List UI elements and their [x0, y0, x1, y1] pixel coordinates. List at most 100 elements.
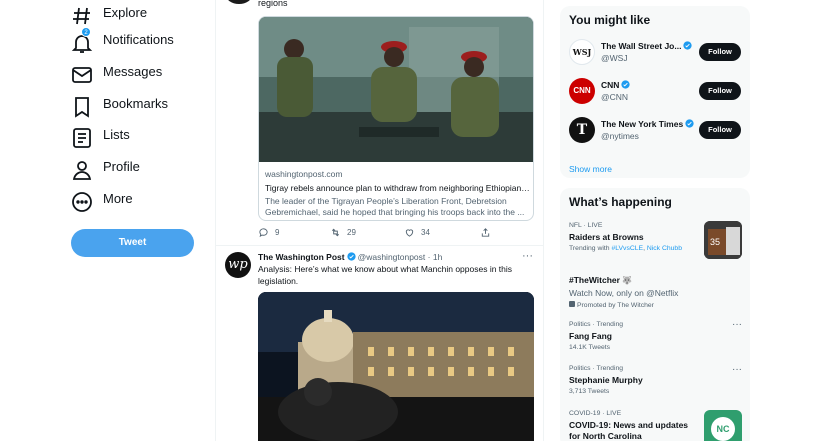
account-handle: @WSJ [601, 53, 628, 63]
nav-item-label: Explore [103, 5, 148, 20]
avatar[interactable] [226, 0, 252, 4]
nav-item-messages[interactable]: Messages [70, 59, 162, 91]
promoted-icon [569, 301, 575, 307]
left-nav: Explore 2 Notifications Messages Bookmar… [0, 0, 216, 441]
trend-more-icon[interactable]: ··· [732, 364, 742, 375]
tweet-actions: 9 29 34 [258, 227, 534, 241]
retweet-count: 29 [347, 228, 356, 237]
article-photo [259, 17, 533, 162]
trend-title: #TheWitcher 🐺 [569, 275, 741, 285]
link-description: The leader of the Tigrayan People’s Libe… [265, 196, 525, 217]
account-name[interactable]: CNN [601, 80, 632, 90]
trend-meta: Politics · Trending [569, 321, 624, 328]
tweet-text-tail: regions [258, 0, 288, 8]
follow-suggestion[interactable]: WSJ The Wall Street Jo... @WSJ Follow [569, 39, 741, 65]
wolf-icon: 🐺 [622, 276, 633, 285]
trend-more-icon[interactable]: ··· [732, 319, 742, 330]
share-icon [481, 228, 490, 237]
follow-button[interactable]: Follow [699, 43, 741, 61]
nav-item-more[interactable]: More [70, 186, 133, 218]
verified-icon [346, 252, 356, 261]
tweet-button[interactable]: Tweet [71, 229, 194, 257]
trend-item[interactable]: Politics · Trending Stephanie Murphy 3,7… [569, 365, 741, 395]
verified-icon [683, 41, 693, 50]
show-more-link[interactable]: Show more [569, 164, 612, 174]
avatar[interactable]: T [569, 117, 595, 143]
trend-thumbnail: 35 [704, 221, 742, 259]
trend-item[interactable]: #TheWitcher 🐺 Watch Now, only on @Netfli… [569, 272, 741, 309]
avatar[interactable]: wp [225, 252, 251, 278]
person-icon [70, 158, 94, 182]
whats-happening-panel: What’s happening NFL · LIVE Raiders at B… [560, 188, 750, 441]
more-circle-icon [70, 190, 94, 214]
avatar[interactable]: CNN [569, 78, 595, 104]
follow-suggestion[interactable]: T The New York Times @nytimes Follow [569, 117, 741, 143]
svg-text:35: 35 [710, 237, 720, 247]
heart-icon [405, 229, 414, 237]
avatar-logo-text: WSJ [572, 47, 592, 57]
tweet-header: The Washington Post @washingtonpost · 1h [258, 252, 538, 262]
promoted-label: Promoted by The Witcher [569, 301, 741, 309]
nav-item-label: Bookmarks [103, 96, 169, 111]
panel-title: What’s happening [569, 195, 672, 209]
link-domain: washingtonpost.com [265, 169, 343, 179]
trend-sub: 14.1K Tweets [569, 344, 611, 351]
trend-title: Fang Fang [569, 331, 612, 341]
author-name[interactable]: The Washington Post [258, 252, 345, 262]
link-title: Tigray rebels announce plan to withdraw … [265, 183, 531, 193]
envelope-icon [70, 63, 94, 87]
tweet-photo[interactable] [258, 292, 534, 441]
hashtag-icon [70, 4, 94, 28]
avatar-logo-text: T [576, 122, 588, 138]
link-card[interactable]: washingtonpost.com Tigray rebels announc… [258, 16, 534, 221]
nav-item-label: Profile [103, 159, 140, 174]
account-name[interactable]: The Wall Street Jo... [601, 41, 694, 51]
like-button[interactable]: 34 [404, 227, 430, 238]
nc-badge: NC [711, 417, 735, 441]
nav-item-notifications[interactable]: 2 Notifications [70, 27, 174, 59]
more-options-icon[interactable]: ··· [522, 250, 533, 262]
reply-count: 9 [275, 228, 280, 237]
nav-item-lists[interactable]: Lists [70, 122, 130, 154]
trend-sub: 3,713 Tweets [569, 388, 610, 395]
nav-item-label: Messages [103, 64, 163, 79]
trend-title-text: #TheWitcher [569, 275, 620, 285]
nav-item-label: Notifications [103, 32, 174, 47]
trend-meta: Politics · Trending [569, 365, 624, 372]
avatar[interactable]: WSJ [569, 39, 595, 65]
verified-icon [685, 119, 694, 128]
tweet-time[interactable]: · 1h [428, 252, 443, 262]
trend-link[interactable]: Nick Chubb [647, 245, 682, 252]
trend-meta: COVID-19 · LIVE [569, 410, 622, 417]
account-handle: @CNN [601, 92, 629, 102]
avatar-logo-text: CNN [573, 86, 591, 95]
trend-item[interactable]: Politics · Trending Fang Fang 14.1K Twee… [569, 321, 741, 351]
bell-icon: 2 [70, 27, 94, 55]
follow-suggestion[interactable]: CNN CNN @CNN Follow [569, 78, 741, 104]
retweet-button[interactable]: 29 [330, 227, 356, 238]
reply-icon [259, 228, 268, 238]
follow-button[interactable]: Follow [699, 121, 741, 139]
account-name-text: The New York Times [601, 119, 684, 129]
trend-title: Stephanie Murphy [569, 375, 643, 385]
bookmark-icon [70, 95, 94, 119]
tweet-text: Analysis: Here’s what we know about what… [258, 264, 513, 286]
follow-button[interactable]: Follow [699, 82, 741, 100]
reply-button[interactable]: 9 [258, 227, 279, 238]
promoted-text: Promoted by The Witcher [577, 302, 654, 309]
nav-item-bookmarks[interactable]: Bookmarks [70, 91, 168, 123]
nav-item-profile[interactable]: Profile [70, 154, 140, 186]
panel-title: You might like [569, 13, 651, 27]
notification-badge: 2 [81, 27, 91, 37]
share-button[interactable] [480, 227, 497, 238]
nav-item-label: More [103, 191, 133, 206]
trend-item[interactable]: COVID-19 · LIVE COVID-19: News and updat… [569, 410, 699, 441]
trend-title: COVID-19: News and updates for North Car… [569, 420, 689, 441]
author-handle[interactable]: @washingtonpost [358, 252, 426, 262]
who-to-follow-panel: You might like WSJ The Wall Street Jo...… [560, 6, 750, 178]
timeline-feed: regions washingtonpost.com Tigray rebels… [215, 0, 544, 441]
trend-link[interactable]: #LVvsCLE [611, 245, 643, 252]
account-name[interactable]: The New York Times [601, 119, 696, 129]
link-card-body: washingtonpost.com Tigray rebels announc… [265, 169, 531, 218]
list-icon [70, 126, 94, 150]
